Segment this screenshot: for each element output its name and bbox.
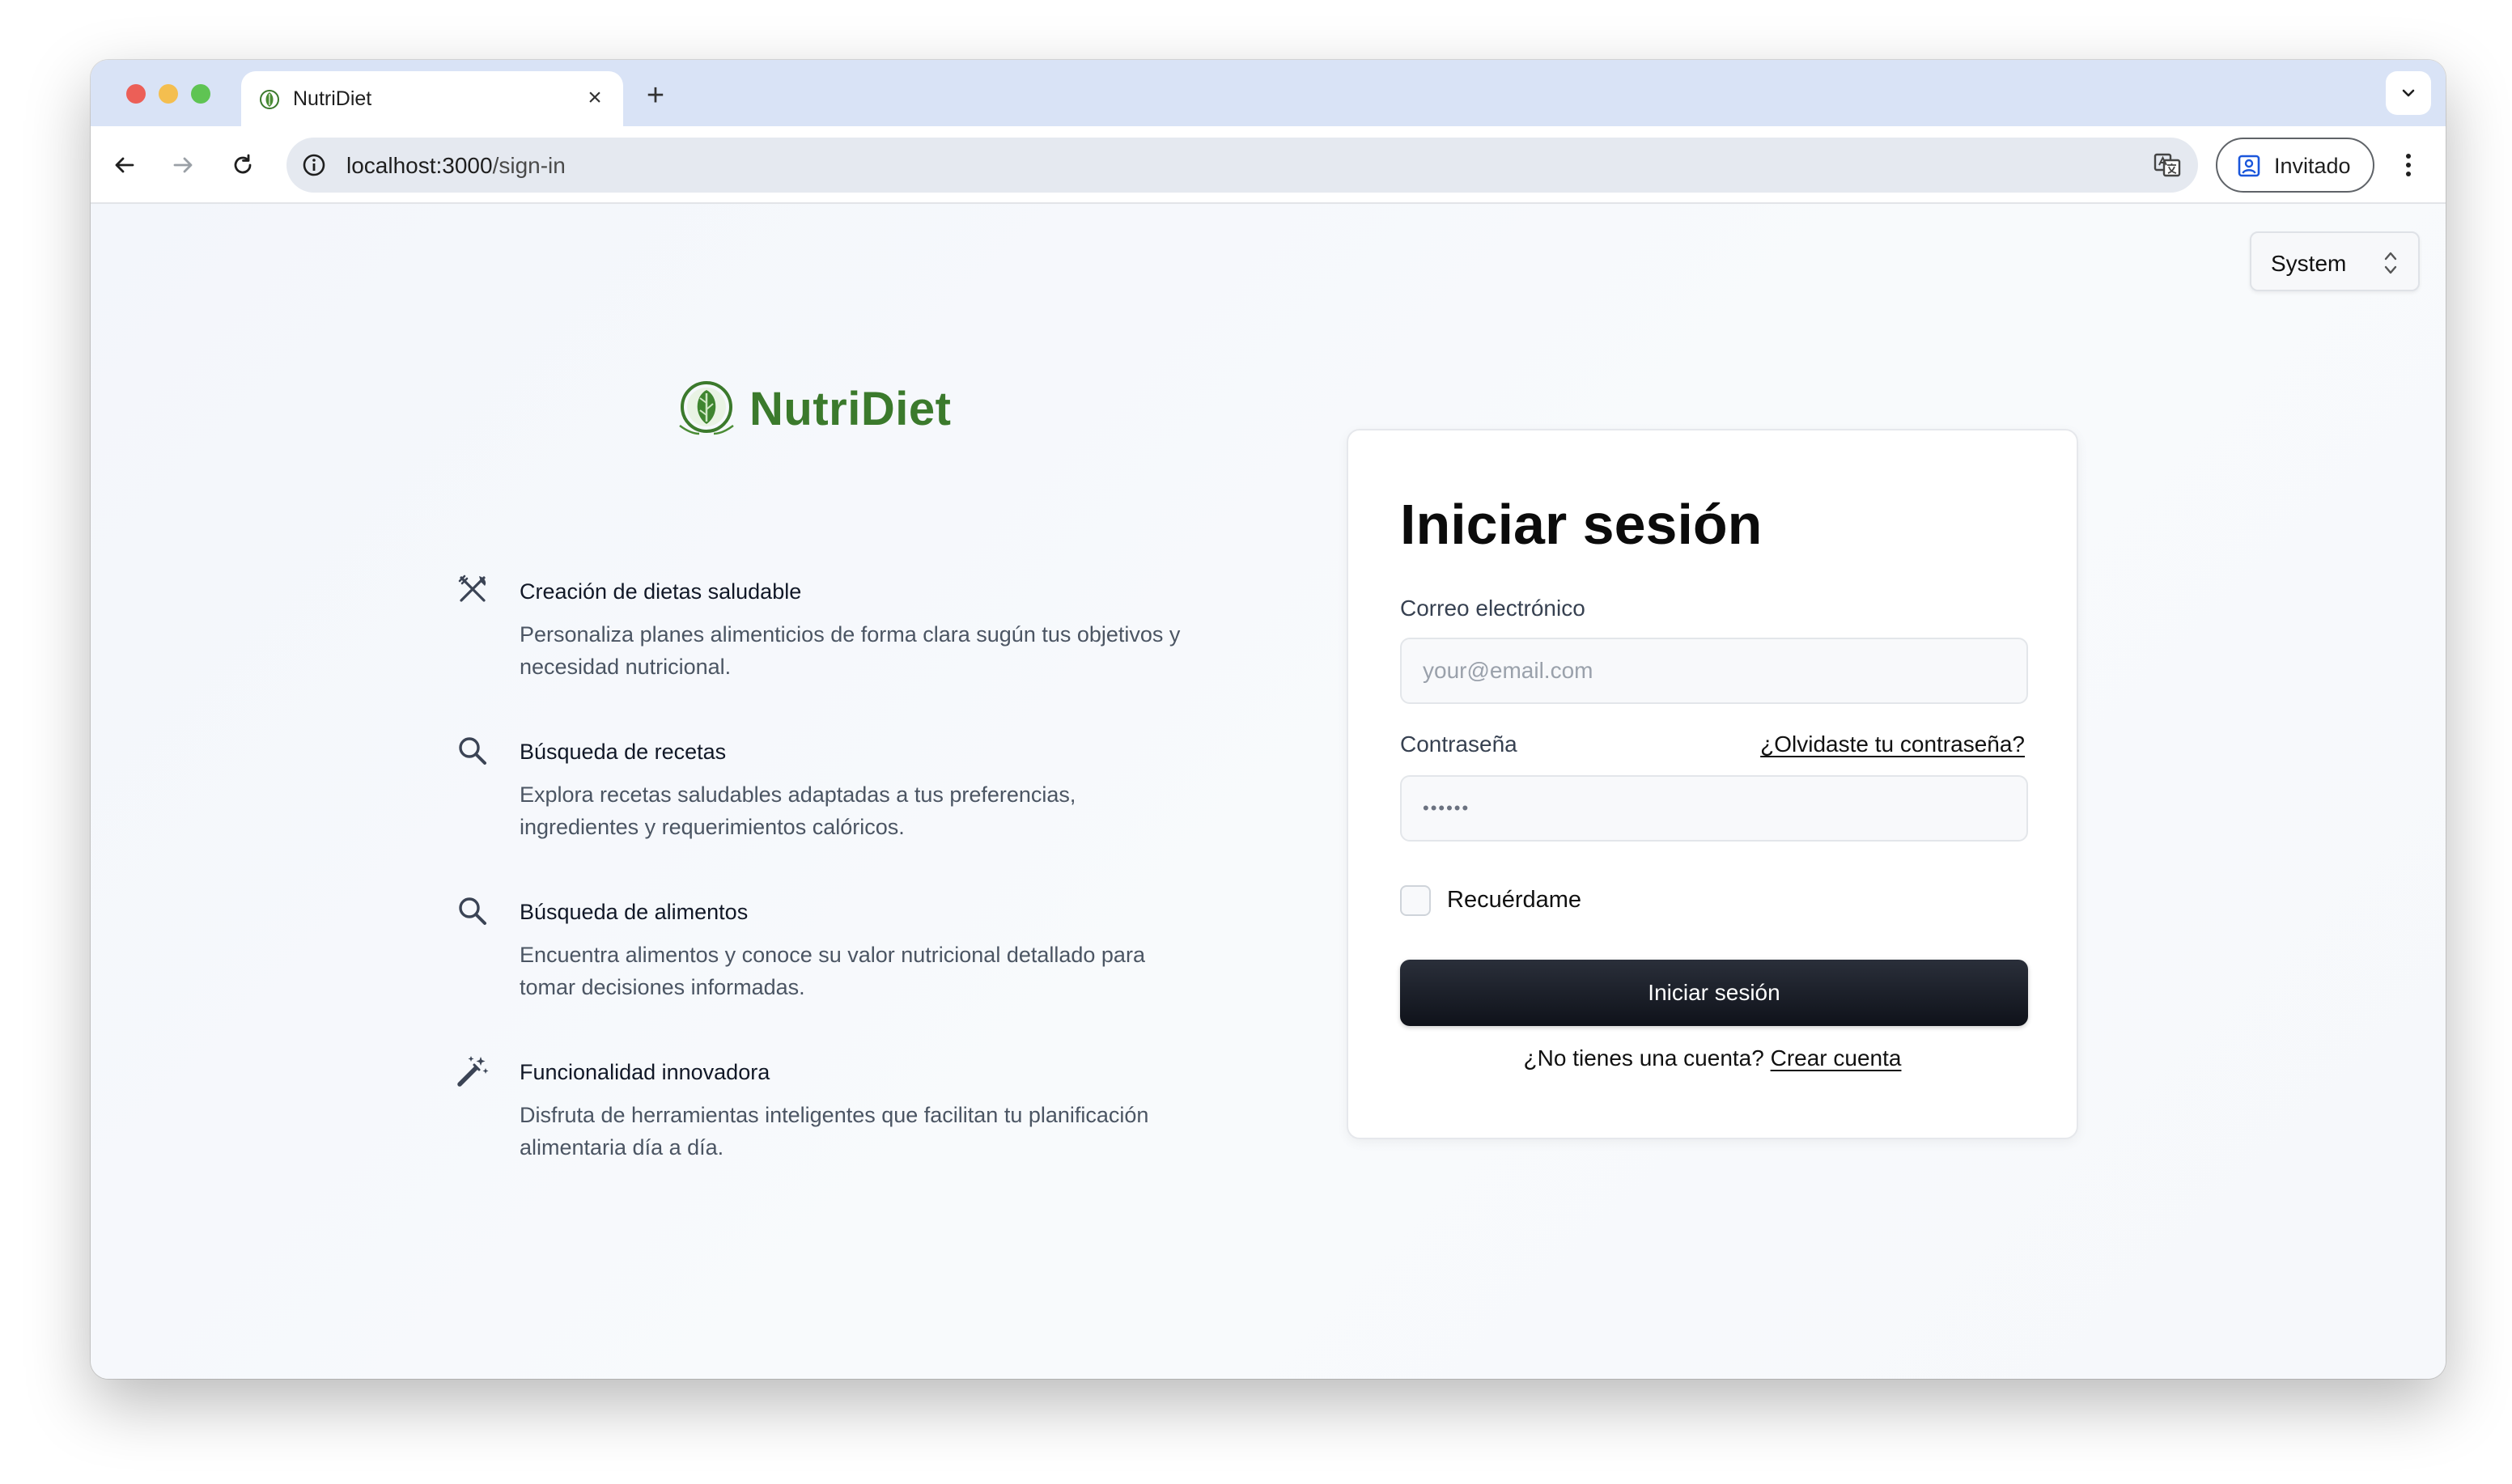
forward-button[interactable] [163,146,202,184]
feature-description: Encuentra alimentos y conoce su valor nu… [520,943,1145,999]
back-button[interactable] [105,146,144,184]
url-text: localhost:3000/sign-in [346,153,566,179]
theme-select[interactable]: System [2250,231,2420,291]
feature-title: Creación de dietas saludable [520,579,802,604]
search-icon [459,897,486,925]
browser-toolbar: localhost:3000/sign-in Invitado [91,126,2446,204]
create-account-link[interactable]: Crear cuenta [1771,1045,1902,1071]
theme-select-value: System [2271,251,2347,276]
minimize-window-button[interactable] [159,84,178,104]
tab-nutridiet[interactable]: NutriDiet × [241,71,623,126]
feature-title: Búsqueda de alimentos [520,900,749,924]
fork-knife-icon [458,575,486,602]
new-tab-button[interactable]: + [638,78,673,113]
address-bar[interactable]: localhost:3000/sign-in [286,138,2198,193]
profile-icon [2238,155,2260,177]
tab-title: NutriDiet [293,87,372,110]
nutridiet-favicon-icon [260,90,279,109]
chevron-down-icon [2402,89,2415,97]
search-icon [459,737,486,765]
email-field[interactable]: your@email.com [1400,638,2028,704]
email-label: Correo electrónico [1400,596,1585,621]
browser-menu-button[interactable] [2391,146,2426,184]
feature-title: Búsqueda de recetas [520,740,727,764]
tab-search-button[interactable] [2386,71,2431,115]
page-content: System NutriDiet Creación de dietas salu… [91,204,2446,1379]
profile-label: Invitado [2274,154,2351,178]
forgot-password-link[interactable]: ¿Olvidaste tu contraseña? [1760,731,2025,757]
sign-in-button[interactable]: Iniciar sesión [1400,960,2028,1026]
more-vertical-icon [2406,154,2411,176]
browser-window: NutriDiet × + localhost:3000/sign-in Inv… [91,60,2446,1379]
feature-description: Personaliza planes alimenticios de forma… [520,622,1181,679]
feature-title: Funcionalidad innovadora [520,1060,770,1084]
maximize-window-button[interactable] [191,84,210,104]
chevron-up-down-icon [2384,252,2397,274]
sign-in-card: Iniciar sesión Correo electrónico your@e… [1347,429,2078,1139]
magic-wand-icon [457,1056,489,1087]
remember-me-label[interactable]: Recuérdame [1447,887,1581,914]
nutridiet-logo-icon [679,381,734,435]
tab-close-button[interactable]: × [581,84,609,112]
brand-name: NutriDiet [749,383,952,435]
password-label: Contraseña [1400,731,1517,757]
close-window-button[interactable] [126,84,146,104]
reload-button[interactable] [223,146,262,184]
feature-description: Explora recetas saludables adaptadas a t… [520,782,1076,839]
url-host: localhost:3000 [346,153,493,178]
no-account-text: ¿No tienes una cuenta? [1523,1045,1764,1071]
remember-me-checkbox[interactable] [1400,885,1431,916]
site-info-icon[interactable] [299,151,329,180]
profile-button[interactable]: Invitado [2216,138,2374,193]
feature-description: Disfruta de herramientas inteligentes qu… [520,1103,1149,1160]
sign-in-title: Iniciar sesión [1400,493,1763,556]
url-path: /sign-in [492,153,566,178]
translate-icon[interactable] [2153,151,2182,180]
password-field[interactable]: •••••• [1400,775,2028,842]
reload-icon [234,154,252,174]
arrow-right-icon [173,157,193,173]
signup-prompt: ¿No tienes una cuenta? Crear cuenta [1348,1045,2077,1071]
arrow-left-icon [115,157,134,173]
tab-strip: NutriDiet × + [91,60,2446,126]
